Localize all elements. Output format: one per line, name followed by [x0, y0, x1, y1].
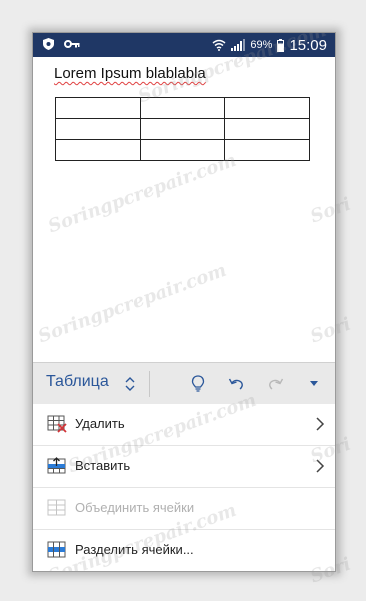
- chevron-right-icon: [316, 459, 325, 473]
- menu-item-insert[interactable]: Вставить: [33, 446, 335, 488]
- table-menu: Удалить Вставить Объединить ячейки Разде…: [33, 404, 335, 571]
- chevron-updown-icon: [125, 377, 135, 391]
- undo-button[interactable]: [225, 373, 247, 395]
- menu-item-merge-cells[interactable]: Объединить ячейки: [33, 488, 335, 530]
- merge-cells-icon: [47, 499, 66, 516]
- menu-item-delete[interactable]: Удалить: [33, 404, 335, 446]
- table-cell[interactable]: [55, 139, 141, 161]
- table-row: [55, 118, 310, 140]
- table-cell[interactable]: [224, 139, 310, 161]
- menu-item-label: Объединить ячейки: [75, 500, 195, 515]
- wifi-icon: [212, 39, 226, 51]
- ribbon-toolbar: Таблица: [33, 362, 335, 405]
- more-button[interactable]: [303, 373, 325, 395]
- table-cell[interactable]: [139, 97, 226, 119]
- redo-button[interactable]: [265, 373, 287, 395]
- phone-screen: 69% 15:09 Lorem Ipsum blablabla Таблица: [32, 32, 336, 572]
- split-cells-icon: [47, 541, 66, 558]
- menu-item-label: Удалить: [75, 416, 125, 431]
- document-canvas[interactable]: Lorem Ipsum blablabla: [33, 57, 335, 394]
- table-cell[interactable]: [224, 118, 310, 140]
- table-cell[interactable]: [224, 97, 310, 119]
- redo-icon: [269, 378, 284, 390]
- table-row: [55, 97, 310, 119]
- menu-item-split-cells[interactable]: Разделить ячейки...: [33, 530, 335, 571]
- caret-down-icon: [310, 381, 318, 386]
- menu-item-label: Вставить: [75, 458, 131, 473]
- chevron-right-icon: [316, 417, 325, 431]
- delete-table-icon: [47, 415, 67, 433]
- insert-table-icon: [47, 457, 66, 474]
- document-table[interactable]: [55, 97, 310, 161]
- table-cell[interactable]: [55, 97, 141, 119]
- table-cell[interactable]: [139, 118, 226, 140]
- battery-percent: 69%: [250, 39, 273, 51]
- menu-item-label: Разделить ячейки...: [75, 542, 194, 557]
- signal-icon: [231, 39, 246, 51]
- undo-icon: [228, 378, 243, 390]
- shield-icon: [43, 38, 54, 50]
- table-cell[interactable]: [55, 118, 141, 140]
- toolbar-divider: [149, 371, 150, 397]
- ribbon-switch-button[interactable]: [119, 373, 141, 395]
- lightbulb-icon: [191, 375, 205, 392]
- tell-me-button[interactable]: [187, 373, 209, 395]
- status-bar: 69% 15:09: [33, 33, 335, 57]
- document-title[interactable]: Lorem Ipsum blablabla: [54, 65, 206, 82]
- battery-icon: [277, 38, 285, 52]
- table-cell[interactable]: [139, 139, 226, 161]
- table-row: [55, 139, 310, 161]
- key-icon: [64, 40, 80, 48]
- clock: 15:09: [289, 36, 327, 54]
- ribbon-tab-label[interactable]: Таблица: [46, 373, 109, 391]
